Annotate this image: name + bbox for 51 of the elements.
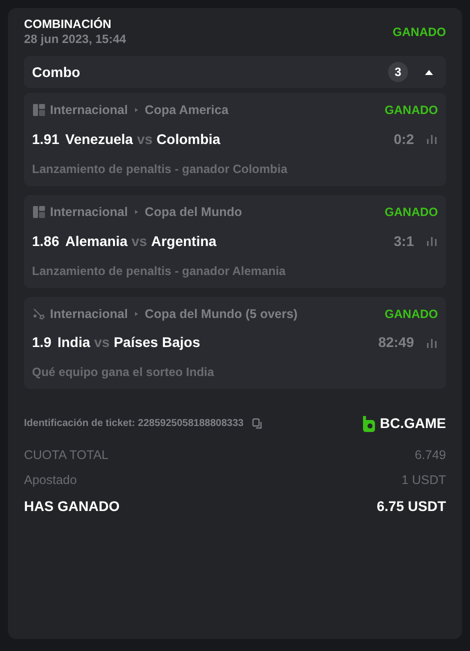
chevron-icon — [134, 107, 139, 114]
tournament-name: Copa del Mundo (5 overs) — [144, 306, 299, 323]
summary-label: HAS GANADO — [24, 496, 120, 516]
summary-label: CUOTA TOTAL — [24, 447, 109, 464]
selection-status: GANADO — [384, 306, 438, 323]
tournament-logo-icon — [32, 205, 46, 220]
score: 82:49 — [378, 333, 414, 352]
market-description: Lanzamiento de penaltis - ganador Alemania — [32, 262, 287, 280]
odds: 1.9 — [32, 333, 52, 352]
summary-value: 1 USDT — [402, 472, 446, 489]
bet-type-title: COMBINACIÓN — [24, 17, 112, 32]
bet-date: 28 jun 2023, 15:44 — [24, 32, 126, 47]
market-description: Qué equipo gana el sorteo India — [32, 364, 216, 382]
tournament-logo-icon — [32, 103, 46, 118]
away-team: Argentina — [151, 232, 218, 251]
versus-label: vs — [94, 333, 110, 352]
brand-name: BC.GAME — [380, 414, 446, 434]
selection-status: GANADO — [384, 102, 438, 120]
selection-status: GANADO — [384, 204, 438, 222]
score: 0:2 — [394, 130, 414, 149]
home-team: India — [57, 333, 90, 352]
tournament-name: Copa del Mundo — [144, 204, 244, 221]
score: 3:1 — [394, 232, 414, 250]
away-team: Países Bajos — [114, 333, 202, 352]
tournament-name: Copa America — [144, 102, 230, 119]
market-description: Lanzamiento de penaltis - ganador Colombia — [32, 160, 288, 178]
bet-status: GANADO — [392, 24, 446, 41]
league-path: Internacional — [50, 102, 128, 119]
copy-icon[interactable] — [252, 418, 263, 430]
odds: 1.91 — [32, 130, 60, 149]
versus-label: vs — [132, 232, 148, 250]
chevron-icon — [134, 209, 139, 216]
combo-toggle[interactable]: Combo 3 — [24, 56, 446, 88]
stats-icon[interactable] — [426, 133, 438, 146]
away-team: Colombia — [156, 130, 222, 149]
odds: 1.86 — [32, 232, 60, 250]
selection-count: 3 — [388, 62, 408, 82]
league-path: Internacional — [50, 306, 128, 322]
ticket-id: Identificación de ticket: 2285925058188808333 — [24, 417, 244, 432]
versus-label: vs — [136, 130, 153, 149]
cricket-bat-icon — [32, 306, 46, 321]
home-team: Alemania — [65, 232, 128, 250]
home-team: Venezuela — [65, 130, 133, 149]
league-path: Internacional — [50, 204, 128, 221]
stats-icon[interactable] — [426, 336, 438, 349]
summary-value: 6.75 USDT — [376, 496, 446, 516]
chevron-icon — [134, 310, 139, 317]
summary-label: Apostado — [24, 472, 77, 489]
brand-logo-icon — [362, 414, 376, 433]
stats-icon[interactable] — [426, 235, 438, 247]
summary-value: 6.749 — [414, 447, 446, 464]
